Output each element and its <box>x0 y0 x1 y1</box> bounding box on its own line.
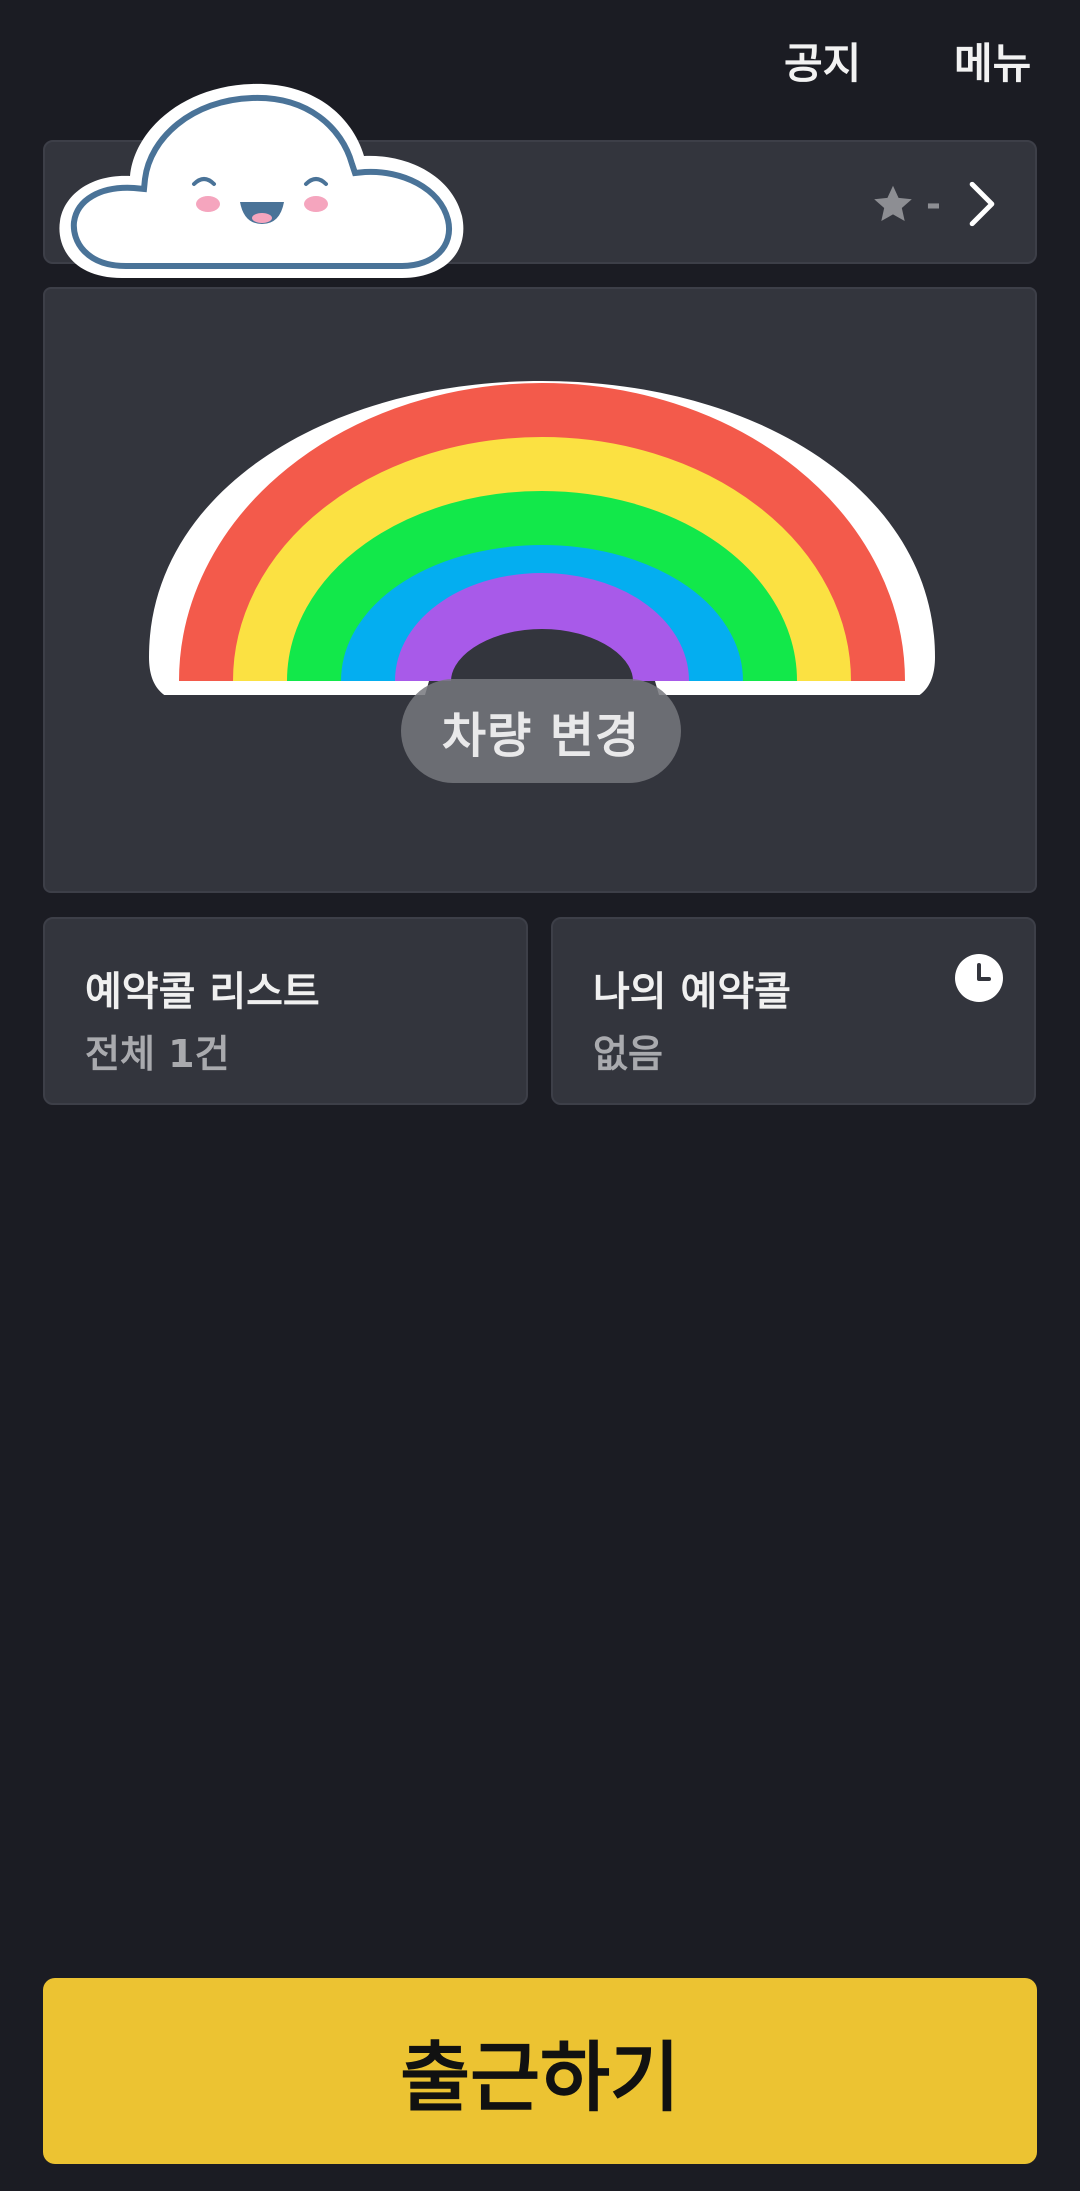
my-reservation-card[interactable]: 나의 예약콜 없음 <box>551 917 1036 1105</box>
rating-value: - <box>926 183 941 225</box>
cloud-sticker <box>59 83 464 278</box>
reservation-list-title: 예약콜 리스트 <box>85 969 320 1015</box>
my-reservation-title: 나의 예약콜 <box>593 969 791 1015</box>
start-work-button[interactable]: 출근하기 <box>43 1978 1037 2164</box>
chevron-right-icon[interactable] <box>965 181 999 227</box>
reservation-list-count: 전체 1건 <box>85 1032 230 1076</box>
clock-icon <box>955 954 1003 1002</box>
rainbow-sticker <box>149 381 935 707</box>
notice-link[interactable]: 공지 <box>784 36 861 92</box>
my-reservation-status: 없음 <box>593 1032 663 1076</box>
menu-link[interactable]: 메뉴 <box>954 36 1031 92</box>
change-vehicle-button[interactable]: 차량 변경 <box>401 679 681 783</box>
vehicle-image-panel: 차량 변경 <box>43 287 1037 893</box>
vehicle-rating: - <box>870 176 999 232</box>
app-screen: 공지 메뉴 - 차량 변경 예약콜 리스트 전체 1건 나의 예약콜 없음 출근… <box>0 0 1080 2191</box>
reservation-list-card[interactable]: 예약콜 리스트 전체 1건 <box>43 917 528 1105</box>
star-icon <box>874 185 912 222</box>
